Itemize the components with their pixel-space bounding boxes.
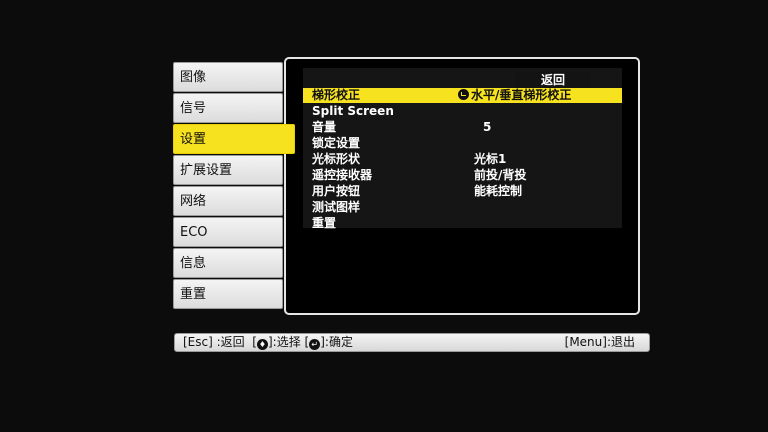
- row-label: 梯形校正: [312, 88, 361, 102]
- row-value: 水平/垂直梯形校正: [458, 88, 571, 103]
- row-label: 重置: [312, 216, 337, 230]
- tab-image[interactable]: 图像: [173, 62, 283, 92]
- tab-info[interactable]: 信息: [173, 248, 283, 278]
- row-label: 遥控接收器: [312, 168, 373, 182]
- row-label: 锁定设置: [312, 136, 361, 150]
- row-split-screen[interactable]: Split Screen: [303, 104, 622, 119]
- tab-settings[interactable]: 设置: [173, 124, 295, 154]
- row-label: Split Screen: [312, 104, 394, 118]
- row-label: 测试图样: [312, 200, 361, 214]
- row-value: 前投/背投: [474, 168, 527, 182]
- tab-extended-settings[interactable]: 扩展设置: [173, 155, 283, 185]
- help-left: [Esc] :返回 [♦]:选择 [↵]:确定: [183, 334, 353, 351]
- help-confirm: ]:确定: [320, 335, 353, 349]
- settings-panel: 返回 梯形校正 水平/垂直梯形校正 Split Screen 音量 5 锁定设置…: [284, 57, 640, 315]
- tab-eco[interactable]: ECO: [173, 217, 283, 247]
- enter-icon: [458, 89, 469, 100]
- row-user-button[interactable]: 用户按钮 能耗控制: [303, 184, 622, 199]
- help-menu: [Menu]:退出: [564, 335, 635, 349]
- row-lock-settings[interactable]: 锁定设置: [303, 136, 622, 151]
- row-label: 用户按钮: [312, 184, 361, 198]
- row-remote-receiver[interactable]: 遥控接收器 前投/背投: [303, 168, 622, 183]
- settings-list: 返回 梯形校正 水平/垂直梯形校正 Split Screen 音量 5 锁定设置…: [303, 68, 622, 231]
- row-reset[interactable]: 重置: [303, 216, 622, 231]
- row-value: 5: [483, 120, 492, 134]
- help-esc: [Esc] :返回: [183, 335, 245, 349]
- help-bar: [Esc] :返回 [♦]:选择 [↵]:确定 [Menu]:退出: [174, 333, 650, 352]
- row-keystone[interactable]: 梯形校正 水平/垂直梯形校正: [303, 88, 622, 103]
- row-pointer-shape[interactable]: 光标形状 光标1: [303, 152, 622, 167]
- row-label: 光标形状: [312, 152, 361, 166]
- up-down-icon: ♦: [256, 339, 268, 350]
- tab-signal[interactable]: 信号: [173, 93, 283, 123]
- row-test-pattern[interactable]: 测试图样: [303, 200, 622, 215]
- tab-reset[interactable]: 重置: [173, 279, 283, 309]
- help-select: ]:选择: [267, 335, 301, 349]
- row-value: 光标1: [474, 152, 507, 166]
- tab-network[interactable]: 网络: [173, 186, 283, 216]
- row-volume[interactable]: 音量 5: [303, 120, 622, 135]
- return-button[interactable]: 返回: [515, 72, 591, 88]
- enter-icon: ↵: [309, 339, 321, 350]
- row-label: 音量: [312, 120, 337, 134]
- row-value: 能耗控制: [474, 184, 523, 198]
